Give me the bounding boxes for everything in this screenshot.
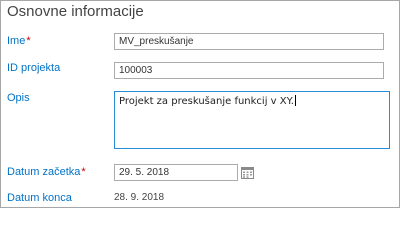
name-label-text: Ime [7, 35, 26, 47]
name-label: Ime* [7, 35, 31, 47]
required-marker: * [81, 166, 86, 178]
required-marker: * [26, 35, 31, 47]
calendar-icon[interactable] [241, 166, 254, 179]
end-date-value: 28. 9. 2018 [114, 192, 165, 203]
section-title: Osnovne informacije [7, 3, 144, 20]
description-text: Projekt za preskušanje funkcij v XY. [119, 95, 296, 107]
text-cursor [294, 95, 296, 106]
description-label: Opis [7, 92, 30, 104]
start-date-input[interactable] [114, 164, 238, 181]
project-id-input[interactable] [114, 62, 384, 79]
start-date-label-text: Datum začetka [7, 166, 81, 178]
description-value: Projekt za preskušanje funkcij v XY. [119, 96, 294, 107]
start-date-label: Datum začetka* [7, 166, 86, 178]
project-id-label: ID projekta [7, 62, 61, 74]
name-input[interactable] [114, 33, 384, 50]
basic-info-panel: Osnovne informacije Ime* ID projekta Opi… [0, 0, 400, 208]
end-date-label: Datum konca [7, 192, 72, 204]
